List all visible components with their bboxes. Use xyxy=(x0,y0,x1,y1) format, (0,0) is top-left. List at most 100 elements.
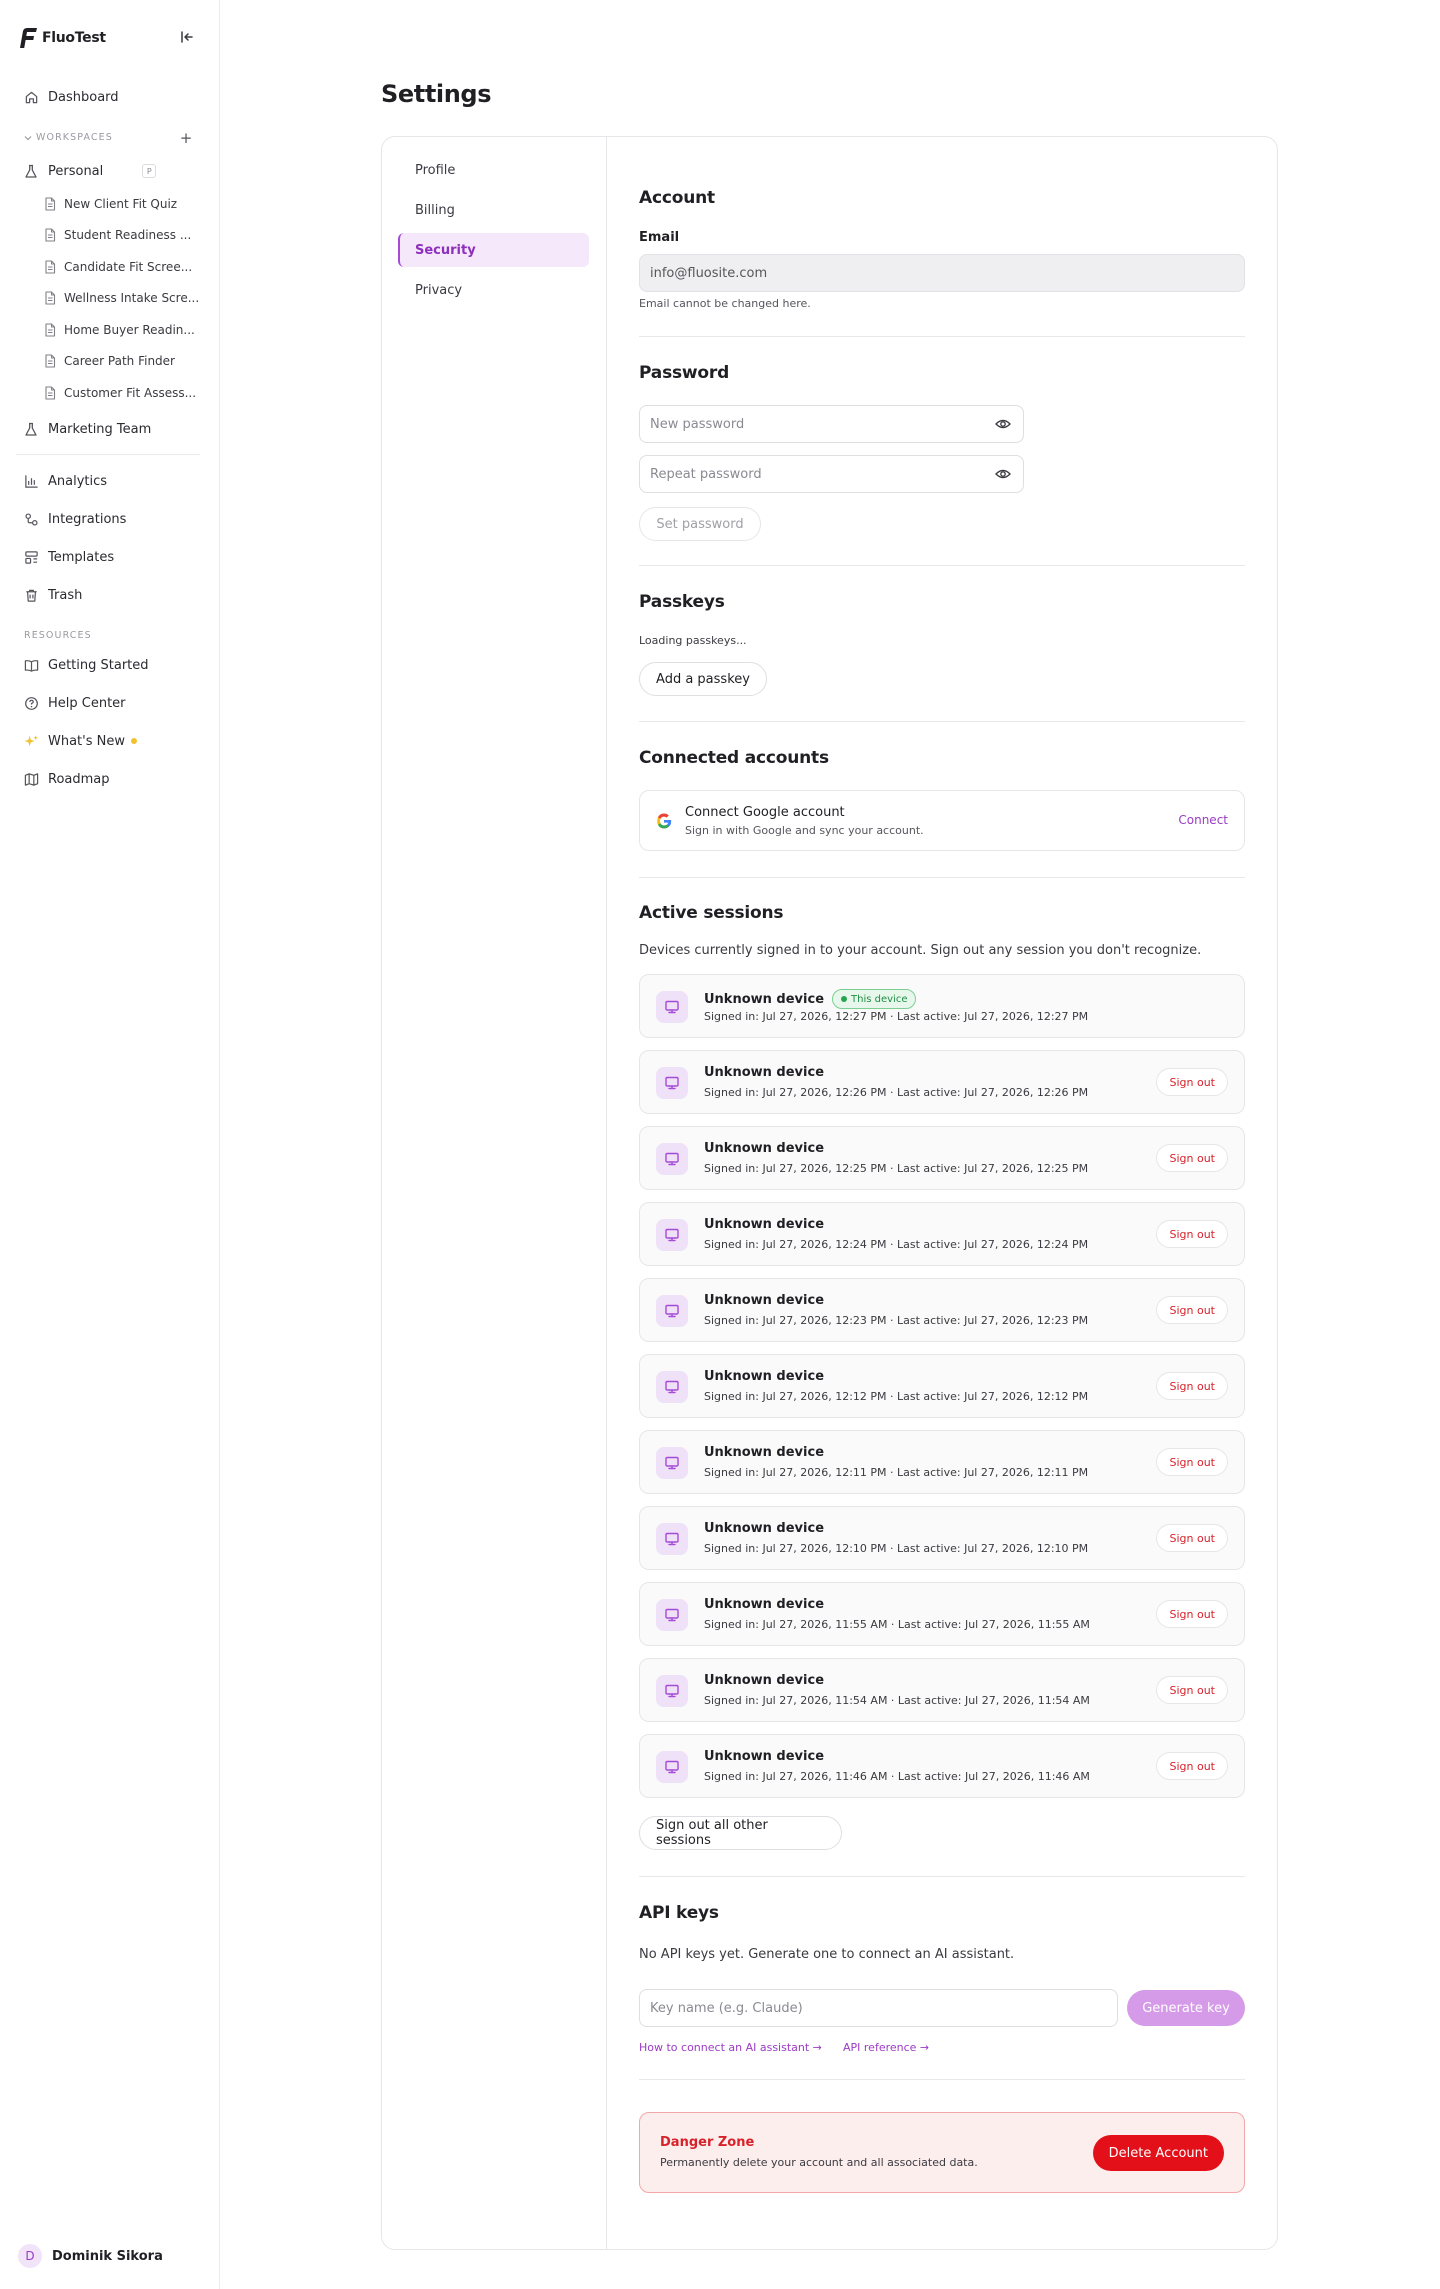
monitor-icon xyxy=(656,1523,688,1555)
session-sign-out-button[interactable]: Sign out xyxy=(1156,1372,1228,1400)
repeat-password-input[interactable]: Repeat password xyxy=(639,455,1024,493)
nav-help-center[interactable]: Help Center xyxy=(16,689,204,717)
sidebar-quiz-label: Customer Fit Assess... xyxy=(64,386,197,400)
section-divider xyxy=(639,336,1245,337)
session-row: Unknown device Signed in: Jul 27, 2026, 1… xyxy=(639,1658,1245,1722)
workspace-personal-label: Personal xyxy=(48,163,104,179)
settings-tab-billing[interactable]: Billing xyxy=(398,193,589,227)
danger-zone-subtitle: Permanently delete your account and all … xyxy=(660,2156,978,2169)
session-meta: Signed in: Jul 27, 2026, 11:54 AM · Last… xyxy=(704,1694,1090,1707)
session-device-name: Unknown device xyxy=(704,1521,824,1536)
monitor-icon xyxy=(656,1599,688,1631)
session-sign-out-button[interactable]: Sign out xyxy=(1156,1600,1228,1628)
session-sign-out-button[interactable]: Sign out xyxy=(1156,1144,1228,1172)
status-dot-icon xyxy=(841,996,848,1002)
sparkles-icon xyxy=(23,733,39,749)
api-reference-link[interactable]: API reference → xyxy=(843,2041,929,2054)
session-device-label: Unknown device xyxy=(704,1141,825,1156)
session-device-name: Unknown device xyxy=(704,1065,824,1080)
sidebar-quiz-item[interactable]: Wellness Intake Scre... xyxy=(44,285,200,311)
chevron-down-icon xyxy=(24,134,32,142)
monitor-icon xyxy=(656,1751,688,1783)
settings-tab-privacy[interactable]: Privacy xyxy=(398,273,589,307)
session-sign-out-button[interactable]: Sign out xyxy=(1156,1448,1228,1476)
active-sessions-description: Devices currently signed in to your acco… xyxy=(639,943,1202,958)
sign-out-all-button[interactable]: Sign out all other sessions xyxy=(639,1816,842,1850)
session-row: Unknown device This device Signed in: Jul … xyxy=(639,974,1245,1038)
eye-icon[interactable] xyxy=(995,416,1011,432)
session-device-label: Unknown device xyxy=(704,1673,825,1688)
delete-account-button[interactable]: Delete Account xyxy=(1092,2135,1224,2171)
session-device-label: Unknown device xyxy=(704,1597,825,1612)
nav-whats-new[interactable]: What's New xyxy=(16,727,204,755)
sidebar-quiz-item[interactable]: Home Buyer Readin... xyxy=(44,317,200,343)
session-sign-out-button[interactable]: Sign out xyxy=(1156,1676,1228,1704)
nav-analytics[interactable]: Analytics xyxy=(16,467,204,495)
sidebar-quiz-item[interactable]: Candidate Fit Scree... xyxy=(44,254,200,280)
session-meta: Signed in: Jul 27, 2026, 12:11 PM · Last… xyxy=(704,1466,1089,1479)
monitor-icon xyxy=(656,1447,688,1479)
new-password-input[interactable]: New password xyxy=(639,405,1024,443)
session-sign-out-button[interactable]: Sign out xyxy=(1156,1752,1228,1780)
email-field: info@fluosite.com xyxy=(639,254,1245,292)
user-menu[interactable]: D Dominik Sikora xyxy=(18,2244,163,2268)
workspace-marketing-team[interactable]: Marketing Team xyxy=(16,415,204,443)
email-label: Email xyxy=(639,230,680,245)
nav-getting-started[interactable]: Getting Started xyxy=(16,651,204,679)
session-sign-out-button[interactable]: Sign out xyxy=(1156,1220,1228,1248)
session-device-name: Unknown device xyxy=(704,1445,824,1460)
nav-dashboard-label: Dashboard xyxy=(48,89,119,105)
nav-templates[interactable]: Templates xyxy=(16,543,204,571)
sidebar-quiz-item[interactable]: New Client Fit Quiz xyxy=(44,191,200,217)
session-meta: Signed in: Jul 27, 2026, 12:24 PM · Last… xyxy=(704,1238,1089,1251)
workspaces-section-label[interactable]: WORKSPACES xyxy=(24,132,113,143)
monitor-icon xyxy=(656,1067,688,1099)
flask-icon xyxy=(23,163,39,179)
session-meta: Signed in: Jul 27, 2026, 12:25 PM · Last… xyxy=(704,1162,1089,1175)
email-hint: Email cannot be changed here. xyxy=(639,297,811,310)
settings-tab-security[interactable]: Security xyxy=(398,233,589,267)
generate-key-button[interactable]: Generate key xyxy=(1127,1990,1245,2026)
session-sign-out-button[interactable]: Sign out xyxy=(1156,1068,1228,1096)
sidebar-quiz-item[interactable]: Student Readiness ... xyxy=(44,222,200,248)
page-title: Settings xyxy=(381,80,492,108)
app-name: FluoTest xyxy=(42,30,106,46)
nav-roadmap[interactable]: Roadmap xyxy=(16,765,204,793)
session-meta: Signed in: Jul 27, 2026, 11:46 AM · Last… xyxy=(704,1770,1090,1783)
settings-tab-profile[interactable]: Profile xyxy=(398,153,589,187)
session-device-name: Unknown device xyxy=(704,1597,824,1612)
monitor-icon xyxy=(656,991,688,1023)
session-device-label: Unknown device xyxy=(704,1293,825,1308)
add-workspace-button[interactable]: + xyxy=(178,129,194,147)
google-connect-subtitle: Sign in with Google and sync your accoun… xyxy=(685,824,924,837)
nav-dashboard[interactable]: Dashboard xyxy=(16,83,204,111)
session-sign-out-button[interactable]: Sign out xyxy=(1156,1524,1228,1552)
session-device-name: Unknown device This device xyxy=(704,989,917,1009)
google-connect-link[interactable]: Connect xyxy=(1178,813,1228,827)
sidebar-quiz-label: Candidate Fit Scree... xyxy=(64,260,193,274)
nav-trash[interactable]: Trash xyxy=(16,581,204,609)
api-keys-empty-text: No API keys yet. Generate one to connect… xyxy=(639,1947,1015,1962)
workspace-personal[interactable]: Personal P xyxy=(16,157,204,185)
session-device-name: Unknown device xyxy=(704,1749,824,1764)
session-meta: Signed in: Jul 27, 2026, 11:55 AM · Last… xyxy=(704,1618,1090,1631)
add-passkey-button[interactable]: Add a passkey xyxy=(639,662,767,696)
nav-integrations[interactable]: Integrations xyxy=(16,505,204,533)
brand[interactable]: FluoTest xyxy=(18,24,106,52)
key-name-input[interactable]: Key name (e.g. Claude) xyxy=(639,1989,1118,2027)
document-icon xyxy=(44,354,56,368)
session-meta: Signed in: Jul 27, 2026, 12:12 PM · Last… xyxy=(704,1390,1089,1403)
sidebar-quiz-item[interactable]: Customer Fit Assess... xyxy=(44,380,200,406)
collapse-sidebar-button[interactable] xyxy=(176,26,198,48)
danger-zone-title: Danger Zone xyxy=(660,2135,755,2150)
session-sign-out-button[interactable]: Sign out xyxy=(1156,1296,1228,1324)
set-password-button[interactable]: Set password xyxy=(639,507,761,541)
connect-ai-assistant-link[interactable]: How to connect an AI assistant → xyxy=(639,2041,822,2054)
sidebar-quiz-item[interactable]: Career Path Finder xyxy=(44,348,200,374)
settings-nav: Profile Billing Security Privacy xyxy=(382,137,607,2249)
eye-icon[interactable] xyxy=(995,466,1011,482)
session-row: Unknown device Signed in: Jul 27, 2026, 1… xyxy=(639,1050,1245,1114)
danger-zone: Danger Zone Permanently delete your acco… xyxy=(639,2112,1245,2193)
document-icon xyxy=(44,323,56,337)
passkeys-heading: Passkeys xyxy=(639,592,725,612)
